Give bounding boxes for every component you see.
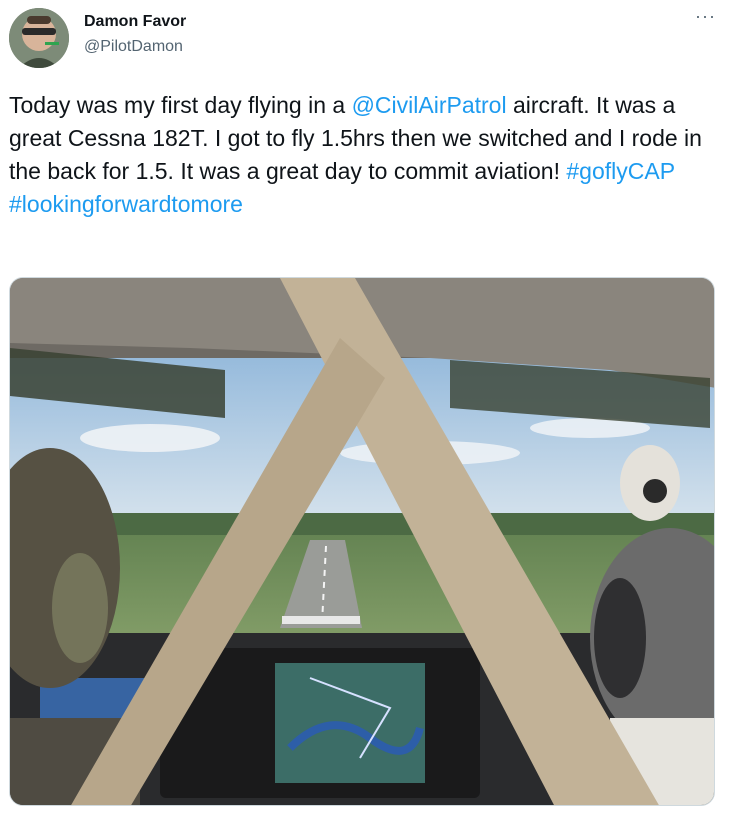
cockpit-photo xyxy=(10,278,714,805)
mention-link[interactable]: @CivilAirPatrol xyxy=(352,92,507,118)
hashtag-link[interactable]: #lookingforwardtomore xyxy=(9,191,243,217)
more-options-icon[interactable]: ··· xyxy=(695,6,716,26)
author-name[interactable]: Damon Favor xyxy=(84,12,186,32)
tweet-text: Today was my first day flying in a @Civi… xyxy=(9,89,721,221)
hashtag-link[interactable]: #goflyCAP xyxy=(566,158,674,184)
tweet-text-part: Today was my first day flying in a xyxy=(9,92,352,118)
avatar[interactable] xyxy=(9,8,69,68)
tweet-author: Damon Favor @PilotDamon xyxy=(84,12,186,57)
avatar-photo xyxy=(9,8,69,68)
author-handle[interactable]: @PilotDamon xyxy=(84,37,186,57)
tweet-photo[interactable] xyxy=(9,277,715,806)
